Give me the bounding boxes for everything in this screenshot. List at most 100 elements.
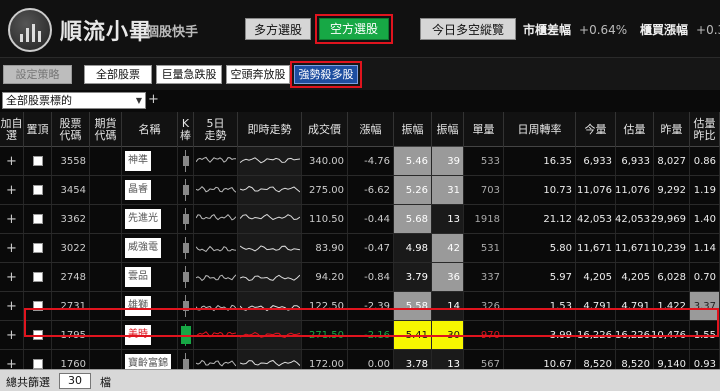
bearish-button[interactable]: 空頭奔放股 — [226, 65, 290, 84]
candlestick-icon — [181, 179, 191, 201]
add-watchlist-cell[interactable]: + — [0, 263, 24, 291]
table-row[interactable]: +2731 雄獅 122.50 -2.39 5.58 14 326 1.53 4,791 4,79… — [0, 292, 720, 321]
add-watchlist-icon[interactable]: + — [6, 270, 17, 285]
column-header[interactable]: 期貨 代碼 — [90, 112, 122, 147]
column-header[interactable]: 即時走勢 — [238, 112, 302, 147]
column-header[interactable]: 單量 — [464, 112, 504, 147]
column-header[interactable]: 振幅 — [432, 112, 464, 147]
stock-name-cell[interactable]: 晶睿 — [122, 176, 178, 204]
estimated-volume: 4,205 — [616, 263, 654, 291]
table-row[interactable]: +3454 晶睿 275.00 -6.62 5.26 31 703 10.73 11,076 11… — [0, 176, 720, 205]
amplitude: 3.79 — [394, 263, 432, 291]
all-stocks-button[interactable]: 全部股票 — [84, 65, 152, 84]
add-watchlist-icon[interactable]: + — [6, 154, 17, 169]
stock-name[interactable]: 雄獅 — [125, 296, 151, 316]
yesterday-volume: 10,476 — [651, 321, 690, 349]
stock-name[interactable]: 神準 — [125, 151, 151, 171]
table-row[interactable]: +1795 美時 271.50 -2.16 5.41 30 970 3.99 16,226 16,… — [0, 321, 720, 350]
column-header[interactable]: 置頂 — [24, 112, 52, 147]
trade-price: 110.50 — [302, 205, 348, 233]
short-pick-button[interactable]: 空方選股 — [319, 18, 389, 40]
add-watchlist-icon[interactable]: + — [6, 183, 17, 198]
giant-volume-button[interactable]: 巨量急跌股 — [156, 65, 222, 84]
pin-cell[interactable] — [24, 147, 52, 175]
add-watchlist-icon[interactable]: + — [6, 212, 17, 227]
stock-name[interactable]: 美時 — [125, 325, 151, 345]
stock-name-cell[interactable]: 威強電 — [122, 234, 178, 262]
kbar-cell — [178, 263, 194, 291]
stock-name-cell[interactable]: 雄獅 — [122, 292, 178, 320]
pin-cell[interactable] — [24, 321, 52, 349]
pin-cell[interactable] — [24, 176, 52, 204]
column-header[interactable]: 加自選 — [0, 112, 24, 147]
add-filter-icon[interactable]: + — [148, 92, 159, 107]
pin-checkbox[interactable] — [32, 185, 43, 195]
add-watchlist-cell[interactable]: + — [0, 234, 24, 262]
column-header[interactable]: 昨量 — [654, 112, 690, 147]
table-row[interactable]: +2748 雲品 94.20 -0.84 3.79 36 337 5.97 4,205 4,205… — [0, 263, 720, 292]
stock-name[interactable]: 先進光 — [125, 209, 161, 229]
table-row[interactable]: +3362 先進光 110.50 -0.44 5.68 13 1918 21.12 42,053… — [0, 205, 720, 234]
yesterday-volume: 9,292 — [654, 176, 690, 204]
pin-checkbox[interactable] — [32, 301, 43, 311]
stock-name-cell[interactable]: 神準 — [122, 147, 178, 175]
pin-checkbox[interactable] — [32, 359, 43, 369]
amplitude-rank: 42 — [432, 234, 464, 262]
pin-cell[interactable] — [24, 205, 52, 233]
stock-code: 3454 — [52, 176, 90, 204]
column-header[interactable]: 日周轉率 — [504, 112, 576, 147]
candlestick-icon — [181, 295, 191, 317]
yesterday-volume: 1,422 — [654, 292, 690, 320]
column-header[interactable]: 漲幅 — [348, 112, 394, 147]
column-header[interactable]: K棒 — [178, 112, 194, 147]
stock-code: 3022 — [52, 234, 90, 262]
add-watchlist-cell[interactable]: + — [0, 292, 24, 320]
add-watchlist-cell[interactable]: + — [0, 205, 24, 233]
table-row[interactable]: +3558 神準 340.00 -4.76 5.46 39 533 16.35 6,933 6,9… — [0, 147, 720, 176]
column-header[interactable]: 名稱 — [122, 112, 178, 147]
column-header[interactable]: 今量 — [576, 112, 616, 147]
pin-checkbox[interactable] — [32, 214, 43, 224]
pin-cell[interactable] — [24, 263, 52, 291]
change-percent: -2.16 — [348, 321, 394, 349]
pin-checkbox[interactable] — [32, 330, 43, 340]
pin-checkbox[interactable] — [32, 243, 43, 253]
intraday-trend — [238, 292, 302, 320]
column-header[interactable]: 成交價 — [302, 112, 348, 147]
pin-cell[interactable] — [24, 292, 52, 320]
amplitude: 4.98 — [394, 234, 432, 262]
stock-filter-select[interactable]: 全部股票標的 ▼ — [2, 92, 146, 109]
add-watchlist-cell[interactable]: + — [0, 147, 24, 175]
column-header[interactable]: 振幅 — [394, 112, 432, 147]
daily-overview-button[interactable]: 今日多空縱覽 — [420, 18, 516, 40]
stock-name[interactable]: 雲品 — [125, 267, 151, 287]
yesterday-volume: 6,028 — [654, 263, 690, 291]
table-row[interactable]: +3022 威強電 83.90 -0.47 4.98 42 531 5.80 11,671 11,… — [0, 234, 720, 263]
strong-sell-button[interactable]: 強勢殺多股 — [294, 65, 358, 84]
column-header[interactable]: 估量 昨比 — [690, 112, 720, 147]
stock-name-cell[interactable]: 先進光 — [122, 205, 178, 233]
stock-code: 3362 — [52, 205, 90, 233]
stock-name-cell[interactable]: 雲品 — [122, 263, 178, 291]
column-header[interactable]: 估量 — [616, 112, 654, 147]
pin-cell[interactable] — [24, 234, 52, 262]
stock-name-cell[interactable]: 美時 — [122, 321, 178, 349]
column-header[interactable]: 5日 走勢 — [194, 112, 238, 147]
add-watchlist-icon[interactable]: + — [6, 328, 17, 343]
pin-checkbox[interactable] — [32, 272, 43, 282]
otc-change-value: +0.3 — [696, 23, 720, 37]
futures-code — [90, 234, 122, 262]
add-watchlist-cell[interactable]: + — [0, 321, 24, 349]
stock-name[interactable]: 晶睿 — [125, 180, 151, 200]
kbar-cell — [178, 205, 194, 233]
add-watchlist-icon[interactable]: + — [6, 241, 17, 256]
futures-code — [90, 292, 122, 320]
pin-checkbox[interactable] — [32, 156, 43, 166]
column-header[interactable]: 股票 代碼 — [52, 112, 90, 147]
set-strategy-button[interactable]: 設定策略 — [3, 65, 72, 84]
long-pick-button[interactable]: 多方選股 — [245, 18, 311, 40]
candlestick-icon — [181, 208, 191, 230]
add-watchlist-icon[interactable]: + — [6, 299, 17, 314]
add-watchlist-cell[interactable]: + — [0, 176, 24, 204]
stock-name[interactable]: 威強電 — [125, 238, 161, 258]
